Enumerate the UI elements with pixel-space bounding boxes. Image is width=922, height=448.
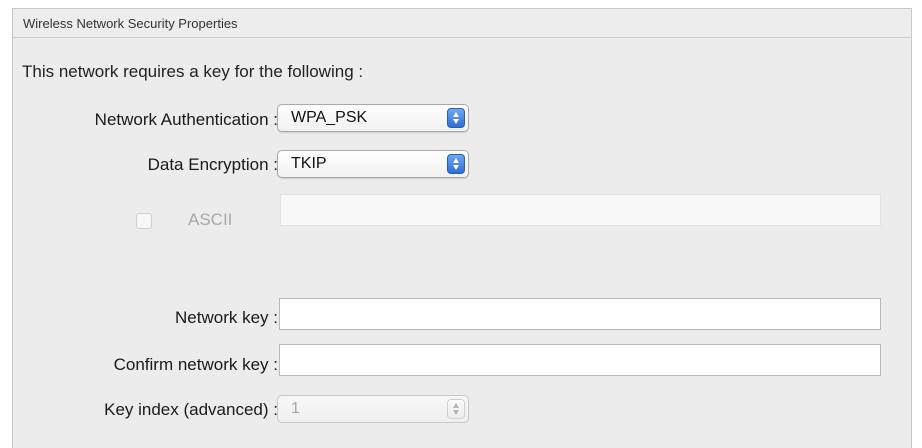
up-down-arrows-icon <box>447 399 465 419</box>
up-down-arrows-icon <box>447 154 465 174</box>
panel-title: Wireless Network Security Properties <box>23 16 238 31</box>
key-index-value: 1 <box>291 400 300 417</box>
data-encryption-select[interactable]: TKIP <box>277 150 469 178</box>
intro-text: This network requires a key for the foll… <box>22 62 364 81</box>
ascii-checkbox[interactable] <box>136 213 152 229</box>
confirm-network-key-label: Confirm network key : <box>113 355 278 374</box>
network-key-field[interactable] <box>279 298 881 330</box>
ascii-key-field[interactable] <box>280 194 881 226</box>
data-encryption-value: TKIP <box>291 155 327 172</box>
data-encryption-label: Data Encryption : <box>147 155 278 174</box>
confirm-network-key-field[interactable] <box>279 344 881 376</box>
network-authentication-label: Network Authentication : <box>94 110 278 129</box>
key-index-select[interactable]: 1 <box>277 395 469 423</box>
key-index-label: Key index (advanced) : <box>104 400 278 419</box>
panel-header: Wireless Network Security Properties <box>13 9 911 38</box>
network-authentication-select[interactable]: WPA_PSK <box>277 104 469 132</box>
network-authentication-value: WPA_PSK <box>291 109 368 126</box>
network-key-label: Network key : <box>175 308 278 327</box>
ascii-label: ASCII <box>188 210 233 229</box>
up-down-arrows-icon <box>447 108 465 128</box>
